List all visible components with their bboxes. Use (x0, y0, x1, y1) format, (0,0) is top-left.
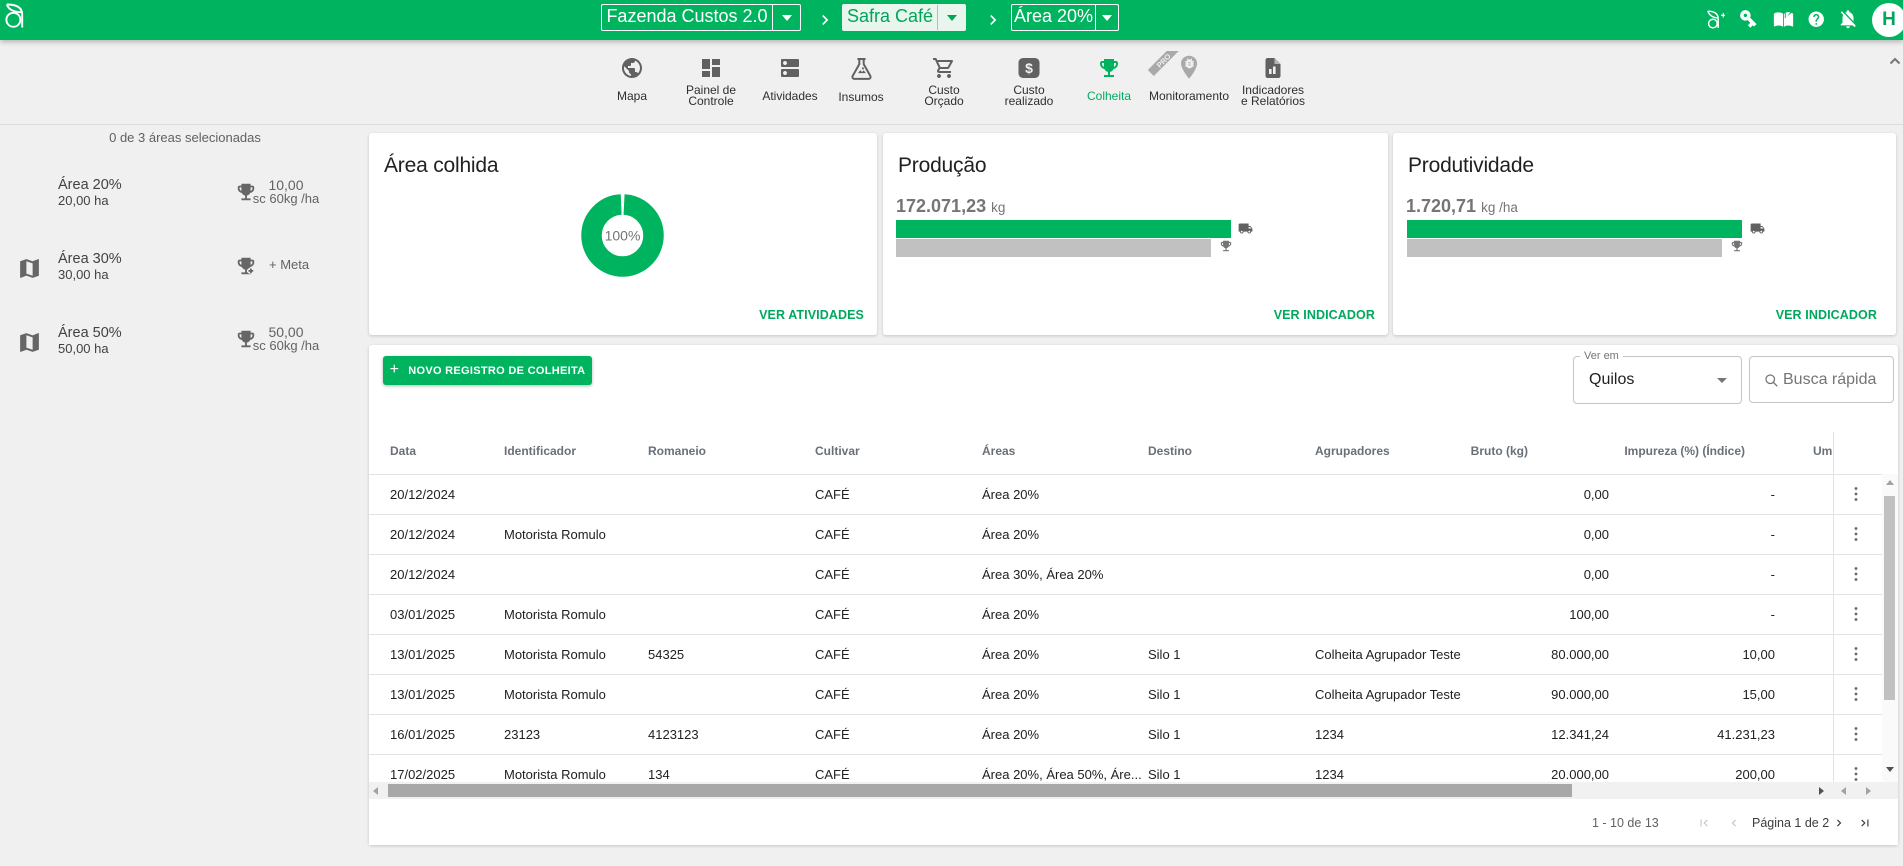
svg-text:$: $ (1025, 60, 1033, 76)
svg-text:100%: 100% (605, 228, 641, 244)
